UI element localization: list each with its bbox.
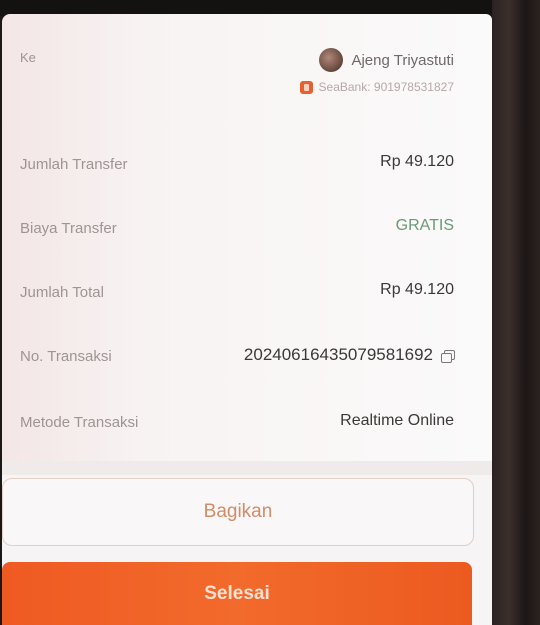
seabank-icon: [299, 80, 313, 94]
detail-value: Rp 49.120: [380, 281, 454, 298]
detail-row-total-amount: Jumlah Total Rp 49.120: [2, 254, 492, 318]
free-badge: GRATIS: [395, 217, 454, 234]
transaction-receipt-screen: Ke Ajeng Triyastuti SeaBank: 90197853182…: [2, 14, 492, 625]
detail-value: Realtime Online: [340, 412, 454, 429]
avatar: [319, 48, 344, 72]
detail-label: Metode Transaksi: [20, 414, 139, 431]
device-frame-right: [492, 0, 540, 625]
detail-label: Jumlah Transfer: [20, 156, 128, 173]
detail-row-transaction-method: Metode Transaksi Realtime Online: [2, 384, 492, 450]
detail-row-transfer-fee: Biaya Transfer GRATIS: [2, 190, 492, 254]
share-button[interactable]: Bagikan: [2, 478, 474, 546]
recipient-name-group: Ajeng Triyastuti: [319, 48, 454, 72]
detail-row-transaction-number: No. Transaksi 20240616435079581692: [2, 318, 492, 384]
recipient-row: Ke Ajeng Triyastuti SeaBank: 90197853182…: [2, 14, 492, 126]
section-divider: [2, 461, 492, 475]
transaction-number: 20240616435079581692: [243, 345, 433, 364]
detail-label: No. Transaksi: [20, 348, 112, 365]
recipient-bank-group: SeaBank: 901978531827: [299, 80, 454, 94]
transaction-number-group: 20240616435079581692: [243, 345, 455, 365]
detail-label: Biaya Transfer: [20, 220, 117, 237]
detail-value: Rp 49.120: [380, 153, 454, 170]
recipient-name: Ajeng Triyastuti: [351, 51, 454, 69]
copy-icon[interactable]: [441, 350, 455, 363]
done-button[interactable]: Selesai: [2, 562, 472, 625]
detail-row-transfer-amount: Jumlah Transfer Rp 49.120: [2, 126, 492, 190]
recipient-label: Ke: [20, 50, 36, 65]
recipient-bank-account: SeaBank: 901978531827: [318, 80, 454, 94]
detail-label: Jumlah Total: [20, 284, 104, 301]
